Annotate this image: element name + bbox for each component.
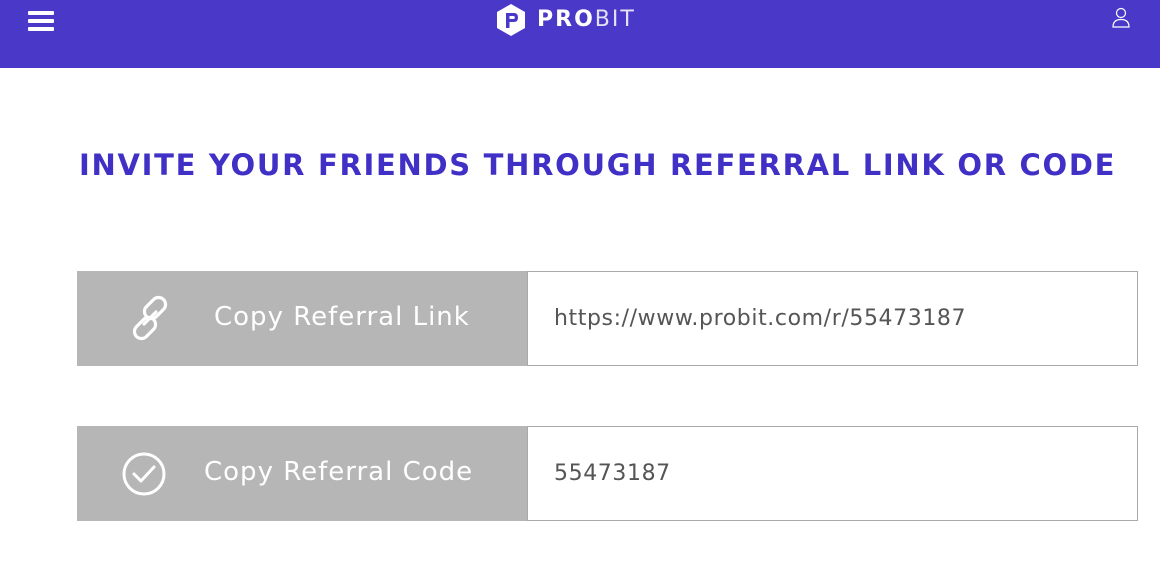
copy-referral-link-label: Copy Referral Link <box>214 302 470 332</box>
probit-logo[interactable]: PROBIT <box>495 2 636 38</box>
top-navigation-bar: PROBIT <box>0 0 1160 68</box>
referral-code-row: Copy Referral Code 55473187 <box>77 426 1138 521</box>
copy-referral-link-button[interactable]: Copy Referral Link <box>77 271 527 366</box>
user-icon[interactable] <box>1111 7 1131 29</box>
page-title: INVITE YOUR FRIENDS THROUGH REFERRAL LIN… <box>79 148 1117 182</box>
copy-referral-code-label: Copy Referral Code <box>204 457 474 487</box>
hamburger-menu-icon[interactable] <box>28 9 54 33</box>
logo-text-light: BIT <box>594 7 636 32</box>
logo-text-bold: PRO <box>537 7 595 32</box>
copy-referral-code-button[interactable]: Copy Referral Code <box>77 426 527 521</box>
referral-link-row: Copy Referral Link https://www.probit.co… <box>77 271 1138 366</box>
referral-code-field[interactable]: 55473187 <box>527 426 1138 521</box>
logo-text: PROBIT <box>537 2 636 38</box>
link-icon <box>132 295 168 341</box>
referral-link-field[interactable]: https://www.probit.com/r/55473187 <box>527 271 1138 366</box>
check-circle-icon <box>122 452 166 496</box>
probit-logo-icon <box>497 4 525 36</box>
